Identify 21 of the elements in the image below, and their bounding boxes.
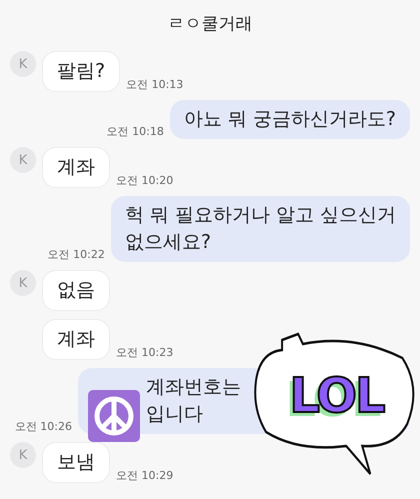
avatar: K [10, 270, 36, 296]
avatar: K [10, 147, 36, 173]
message-time: 오전 10:29 [116, 468, 174, 483]
message-bubble: 계좌 [42, 147, 110, 188]
message-time: 오전 10:18 [106, 124, 164, 139]
peace-sticker-icon [86, 388, 142, 444]
message-bubble: 없음 [42, 270, 110, 311]
avatar: K [10, 442, 36, 468]
avatar: K [10, 51, 36, 77]
message-time: 오전 10:20 [116, 173, 174, 188]
chat-title: ㄹㅇ쿨거래 [166, 13, 254, 36]
message-time: 오전 10:13 [126, 77, 184, 92]
message-bubble: 보냄 [42, 442, 110, 483]
sticker-text: LOL [288, 368, 386, 424]
message-time: 오전 10:26 [14, 419, 72, 434]
message-bubble: 팔림? [42, 51, 120, 92]
message-bubble: 아뇨 뭐 궁금하신거라도? [170, 100, 410, 139]
message-time: 오전 10:23 [116, 345, 174, 360]
message-time: 오전 10:22 [48, 247, 105, 262]
message-bubble: 헉 뭐 필요하거나 알고 싶으신거 없으세요? [110, 196, 410, 262]
message-bubble: 계좌 [42, 319, 110, 360]
